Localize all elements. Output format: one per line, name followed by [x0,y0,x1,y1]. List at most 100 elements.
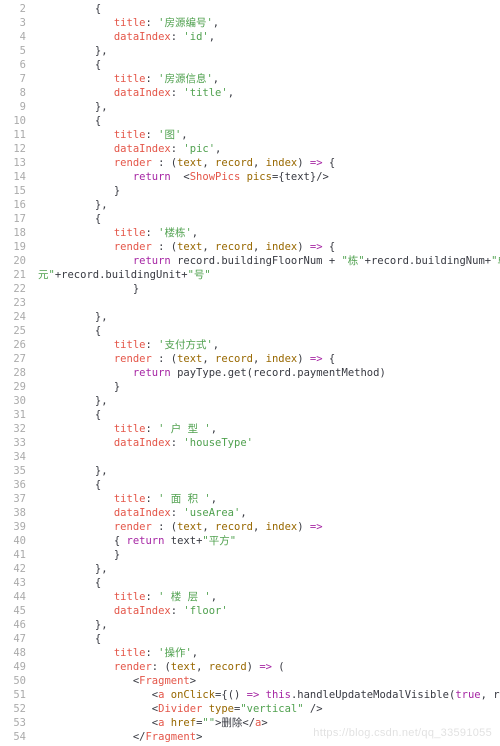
line-number: 31 [0,408,26,422]
line-number: 24 [0,310,26,324]
line-number: 51 [0,688,26,702]
code-line: }, [38,100,496,114]
code-line: { [38,114,496,128]
code-line: dataIndex: 'title', [38,86,496,100]
code-line: } [38,282,496,296]
code-line: dataIndex: 'useArea', [38,506,496,520]
line-number: 10 [0,114,26,128]
line-number: 36 [0,478,26,492]
code-line: dataIndex: 'pic', [38,142,496,156]
code-line: dataIndex: 'houseType' [38,436,496,450]
line-number: 50 [0,674,26,688]
code-line: { [38,212,496,226]
line-number: 38 [0,506,26,520]
line-number: 12 [0,142,26,156]
code-line: { [38,632,496,646]
line-number: 33 [0,436,26,450]
code-line: render : (text, record, index) => { [38,352,496,366]
code-line: <a onClick={() => this.handleUpdateModal… [38,688,496,702]
line-number: 42 [0,562,26,576]
code-line: { [38,408,496,422]
code-line: { [38,2,496,16]
code-line: }, [38,464,496,478]
line-number: 19 [0,240,26,254]
line-number: 30 [0,394,26,408]
code-line: return <ShowPics pics={text}/> [38,170,496,184]
line-number: 3 [0,16,26,30]
line-number: 11 [0,128,26,142]
line-number: 54 [0,730,26,744]
line-number: 21 [0,268,26,282]
line-number: 53 [0,716,26,730]
line-number: 9 [0,100,26,114]
code-line: title: '操作', [38,646,496,660]
line-number: 28 [0,366,26,380]
code-line: }, [38,562,496,576]
code-line: } [38,184,496,198]
line-number: 44 [0,590,26,604]
code-line: { [38,324,496,338]
code-line: return record.buildingFloorNum + "栋"+rec… [38,254,496,268]
line-number: 52 [0,702,26,716]
code-line: <Fragment> [38,674,496,688]
code-line: title: '房源信息', [38,72,496,86]
line-number: 25 [0,324,26,338]
code-line: }, [38,198,496,212]
code-line: dataIndex: 'id', [38,30,496,44]
code-line: { [38,478,496,492]
code-line: } [38,380,496,394]
line-number: 29 [0,380,26,394]
code-line: }, [38,618,496,632]
code-line: } [38,548,496,562]
code-line: { [38,576,496,590]
line-number: 7 [0,72,26,86]
line-number: 45 [0,604,26,618]
line-number-gutter: 2345678910111213141516171819202122232425… [0,0,34,746]
line-number: 8 [0,86,26,100]
code-line: }, [38,44,496,58]
code-line: <Divider type="vertical" /> [38,702,496,716]
line-number: 49 [0,660,26,674]
line-number: 43 [0,576,26,590]
line-number: 15 [0,184,26,198]
code-line: title: ' 面 积 ', [38,492,496,506]
line-number: 20 [0,254,26,268]
watermark-text: https://blog.csdn.net/qq_33591055 [313,726,492,740]
code-line: }, [38,394,496,408]
line-number: 18 [0,226,26,240]
code-line: { [38,58,496,72]
line-number: 2 [0,2,26,16]
code-line: { return text+"平方" [38,534,496,548]
code-line: title: ' 户 型 ', [38,422,496,436]
line-number: 47 [0,632,26,646]
line-number: 35 [0,464,26,478]
line-number: 40 [0,534,26,548]
code-line: render : (text, record, index) => { [38,240,496,254]
code-line: title: '楼栋', [38,226,496,240]
code-line: title: '图', [38,128,496,142]
line-number: 5 [0,44,26,58]
line-number: 14 [0,170,26,184]
line-number: 34 [0,450,26,464]
code-line [38,296,496,310]
code-line: render: (text, record) => ( [38,660,496,674]
line-number: 26 [0,338,26,352]
code-line: }, [38,310,496,324]
line-number: 32 [0,422,26,436]
line-number: 22 [0,282,26,296]
line-number: 41 [0,548,26,562]
code-line: title: '房源编号', [38,16,496,30]
line-number: 13 [0,156,26,170]
code-editor: 2345678910111213141516171819202122232425… [0,0,500,746]
code-line: render : (text, record, index) => { [38,156,496,170]
line-number: 27 [0,352,26,366]
code-area[interactable]: { title: '房源编号', dataIndex: 'id', }, { t… [34,0,500,746]
line-number: 6 [0,58,26,72]
line-number: 37 [0,492,26,506]
code-line: 元"+record.buildingUnit+"号" [38,268,496,282]
code-line: dataIndex: 'floor' [38,604,496,618]
code-line: title: '支付方式', [38,338,496,352]
line-number: 39 [0,520,26,534]
code-line: return payType.get(record.paymentMethod) [38,366,496,380]
line-number: 16 [0,198,26,212]
